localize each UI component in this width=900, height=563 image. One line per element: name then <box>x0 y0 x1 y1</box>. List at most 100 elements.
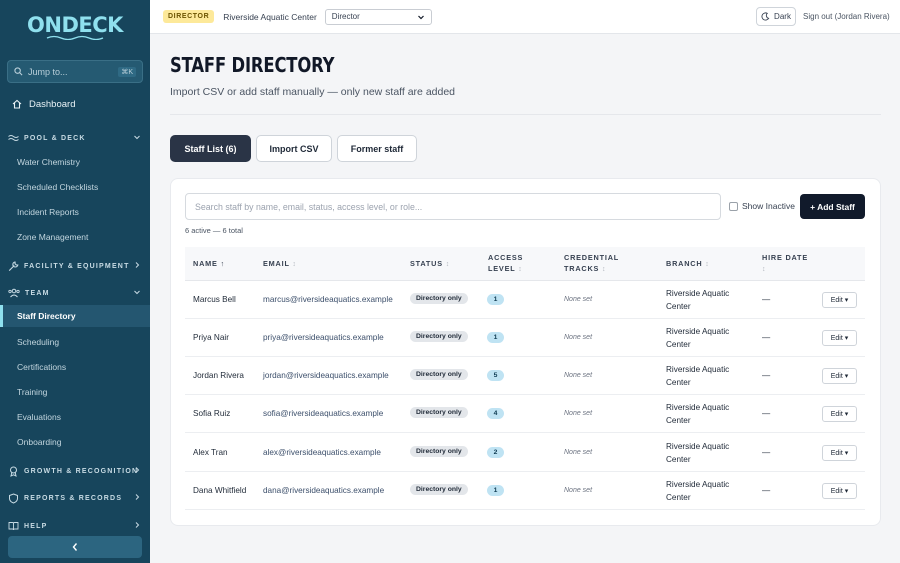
edit-button[interactable]: Edit ▾ <box>822 406 857 422</box>
edit-button[interactable]: Edit ▾ <box>822 368 857 384</box>
edit-button[interactable]: Edit ▾ <box>822 292 857 308</box>
signout-link[interactable]: Sign out (Jordan Rivera) <box>803 12 890 21</box>
section-facility-equipment[interactable]: FACILITY & EQUIPMENT <box>0 257 150 275</box>
sort-icon: ↕ <box>762 266 767 273</box>
sort-icon: ↕ <box>292 261 297 268</box>
branch-line-1: Riverside Aquatic <box>666 403 730 412</box>
column-branch[interactable]: BRANCH ↕ <box>666 258 710 270</box>
hire-date: — <box>762 371 771 380</box>
sidebar-item-evaluations[interactable]: Evaluations <box>0 406 150 428</box>
branch: Riverside Aquatic Center <box>666 288 729 313</box>
staff-email: jordan@riversideaquatics.example <box>263 371 389 380</box>
show-inactive-toggle[interactable]: Show Inactive <box>729 201 795 211</box>
status-badge: Directory only <box>410 331 468 342</box>
column-access-level[interactable]: ACCESS LEVEL ↕ <box>488 252 523 275</box>
table-row: Dana Whitfield dana@riversideaquatics.ex… <box>185 472 865 510</box>
sort-icon: ↕ <box>445 261 451 268</box>
sort-icon: ↕ <box>518 266 523 273</box>
sidebar-item-scheduling[interactable]: Scheduling <box>0 331 150 353</box>
jump-shortcut: ⌘K <box>118 66 136 77</box>
section-pool-deck[interactable]: POOL & DECK <box>0 129 150 147</box>
logo-text: ONDECK <box>27 12 123 37</box>
section-label: POOL & DECK <box>24 134 86 142</box>
section-label: FACILITY & EQUIPMENT <box>24 262 130 270</box>
branch-line-2: Center <box>666 339 691 349</box>
column-status[interactable]: STATUS ↕ <box>410 258 450 270</box>
show-inactive-checkbox[interactable] <box>729 201 738 211</box>
theme-toggle-button[interactable]: Dark <box>756 7 796 26</box>
section-label: HELP <box>24 522 48 530</box>
branch-line-1: Riverside Aquatic <box>666 289 730 298</box>
status-badge: Directory only <box>410 484 468 495</box>
column-name[interactable]: NAME ↑ <box>193 258 225 269</box>
show-inactive-label: Show Inactive <box>742 201 795 211</box>
collapse-sidebar-button[interactable] <box>8 536 142 558</box>
credential-tracks: None set <box>564 487 593 494</box>
section-label: GROWTH & RECOGNITION <box>24 467 139 475</box>
branch: Riverside Aquatic Center <box>666 479 729 504</box>
column-email[interactable]: EMAIL ↕ <box>263 258 297 270</box>
app-logo[interactable]: ONDECK <box>0 0 150 52</box>
edit-button[interactable]: Edit ▾ <box>822 330 857 346</box>
staff-search-input[interactable]: Search staff by name, email, status, acc… <box>185 193 721 220</box>
section-label: TEAM <box>25 289 50 297</box>
chevron-down-icon <box>417 15 424 19</box>
status-badge: Directory only <box>410 369 468 380</box>
staff-email: alex@riversideaquatics.example <box>263 448 381 457</box>
access-level-badge: 4 <box>487 408 504 419</box>
edit-button[interactable]: Edit ▾ <box>822 445 857 461</box>
role-select[interactable]: Director <box>324 8 432 25</box>
staff-count: 6 active — 6 total <box>185 226 243 235</box>
sidebar-item-zone-management[interactable]: Zone Management <box>0 226 150 248</box>
branch-line-2: Center <box>666 377 691 387</box>
access-level-badge: 1 <box>487 294 504 305</box>
sidebar-item-certifications[interactable]: Certifications <box>0 356 150 378</box>
access-level-badge: 1 <box>487 485 504 496</box>
column-credential-tracks[interactable]: CREDENTIAL TRACKS ↕ <box>564 252 619 275</box>
section-growth-recognition[interactable]: GROWTH & RECOGNITION <box>0 462 150 480</box>
sort-asc-icon: ↑ <box>220 259 225 268</box>
waves-icon <box>8 134 19 141</box>
team-icon <box>8 288 20 298</box>
access-level-badge: 2 <box>487 447 504 458</box>
shield-icon <box>9 492 18 504</box>
edit-button[interactable]: Edit ▾ <box>822 483 857 499</box>
staff-name: Marcus Bell <box>193 295 236 304</box>
tab-import-csv[interactable]: Import CSV <box>256 135 332 162</box>
credential-tracks: None set <box>564 296 593 303</box>
branch: Riverside Aquatic Center <box>666 441 729 466</box>
sidebar-item-training[interactable]: Training <box>0 381 150 403</box>
column-hire-date[interactable]: HIRE DATE ↕ <box>762 252 808 275</box>
table-row: Marcus Bell marcus@riversideaquatics.exa… <box>185 281 865 319</box>
sidebar: ONDECK Jump to... ⌘K Dashboard POOL & DE… <box>0 0 150 563</box>
sidebar-item-water-chemistry[interactable]: Water Chemistry <box>0 151 150 173</box>
sidebar-item-dashboard[interactable]: Dashboard <box>0 94 150 114</box>
staff-name: Alex Tran <box>193 448 228 457</box>
section-reports-records[interactable]: REPORTS & RECORDS <box>0 489 150 507</box>
column-branch-label: BRANCH <box>666 259 703 268</box>
tab-former-staff[interactable]: Former staff <box>337 135 417 162</box>
access-level-badge: 5 <box>487 370 504 381</box>
sidebar-item-onboarding[interactable]: Onboarding <box>0 431 150 453</box>
search-placeholder: Search staff by name, email, status, acc… <box>195 201 423 212</box>
sidebar-item-staff-directory[interactable]: Staff Directory <box>0 305 150 327</box>
jump-to-search[interactable]: Jump to... ⌘K <box>7 60 143 83</box>
branch-line-2: Center <box>666 492 691 502</box>
sidebar-item-scheduled-checklists[interactable]: Scheduled Checklists <box>0 176 150 198</box>
topbar: DIRECTOR Riverside Aquatic Center Direct… <box>150 0 900 34</box>
branch: Riverside Aquatic Center <box>666 326 729 351</box>
book-icon <box>8 522 19 531</box>
role-badge: DIRECTOR <box>163 10 215 23</box>
staff-email: priya@riversideaquatics.example <box>263 333 384 342</box>
tab-staff-list[interactable]: Staff List (6) <box>170 135 251 162</box>
section-help[interactable]: HELP <box>0 517 150 535</box>
add-staff-button[interactable]: + Add Staff <box>800 194 865 219</box>
column-access-label-1: ACCESS <box>488 253 524 262</box>
staff-name: Dana Whitfield <box>193 486 247 495</box>
section-team[interactable]: TEAM <box>0 284 150 302</box>
status-badge: Directory only <box>410 293 468 304</box>
staff-email: dana@riversideaquatics.example <box>263 486 385 495</box>
credential-tracks: None set <box>564 449 593 456</box>
chevron-right-icon <box>135 467 140 473</box>
sidebar-item-incident-reports[interactable]: Incident Reports <box>0 201 150 223</box>
